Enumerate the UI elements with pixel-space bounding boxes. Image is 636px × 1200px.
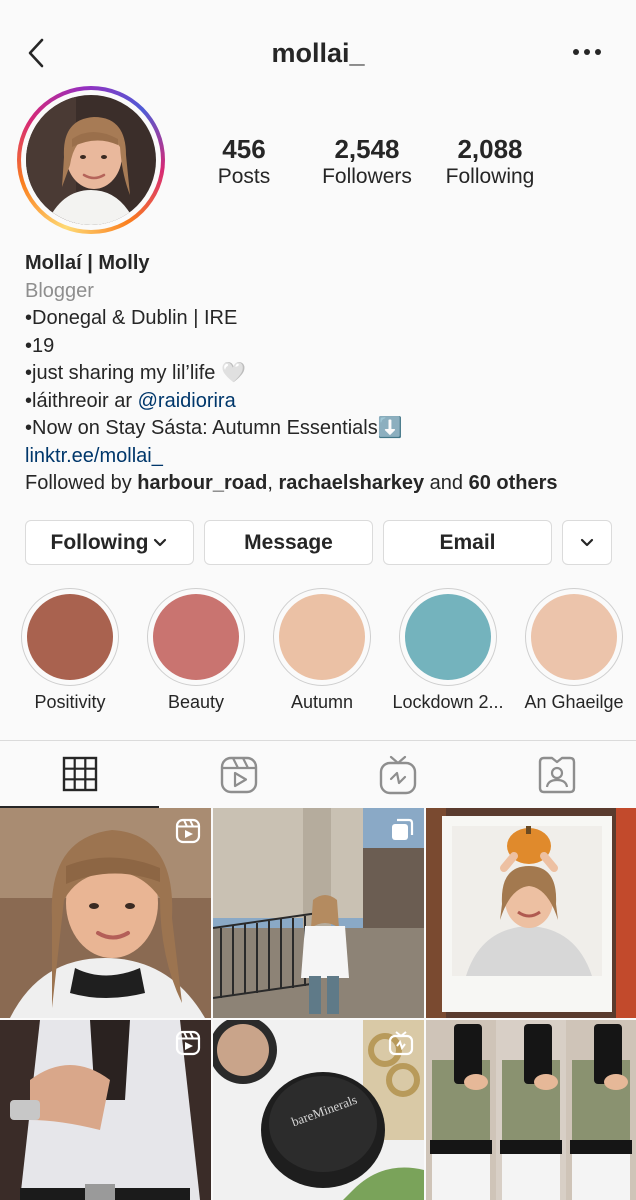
highlight-cover xyxy=(279,594,365,680)
profile-category: Blogger xyxy=(25,279,94,302)
highlight-label: Autumn xyxy=(290,692,354,712)
white-heart-emoji: 🤍 xyxy=(220,362,246,384)
message-button[interactable]: Message xyxy=(204,520,373,565)
following-stat[interactable]: 2,088 Following xyxy=(438,134,542,190)
email-button[interactable]: Email xyxy=(383,520,552,565)
igtv-icon xyxy=(379,755,416,794)
followers-count: 2,548 xyxy=(334,134,400,164)
down-arrow-emoji: ⬇️ xyxy=(377,417,403,439)
website-link[interactable]: linktr.ee/mollai_ xyxy=(25,443,625,471)
posts-label: Posts xyxy=(217,165,271,188)
post-thumbnail[interactable] xyxy=(0,808,211,1018)
post-thumbnail[interactable] xyxy=(213,808,424,1018)
highlight-item[interactable]: An Ghaeilge xyxy=(511,588,636,713)
tab-reels[interactable] xyxy=(159,741,318,808)
profile-actions: Following Message Email xyxy=(25,520,612,565)
carousel-icon xyxy=(392,818,414,840)
tagged-icon xyxy=(538,756,575,793)
chevron-down-icon xyxy=(580,538,594,546)
reels-icon xyxy=(175,1030,201,1056)
profile-bio: Mollaí | Molly Blogger •Donegal & Dublin… xyxy=(25,250,625,498)
highlight-item[interactable]: Autumn xyxy=(259,588,385,713)
mention-link[interactable]: @raidiorira xyxy=(138,390,236,412)
display-name: Mollaí | Molly xyxy=(25,252,150,274)
suggested-accounts-button[interactable] xyxy=(562,520,612,565)
post-thumbnail[interactable] xyxy=(426,808,636,1018)
story-highlights: Positivity Beauty Autumn Lockdown 2... A… xyxy=(0,588,636,718)
profile-header: mollai_ xyxy=(0,0,636,100)
followed-by[interactable]: Followed by harbour_road, rachaelsharkey… xyxy=(25,470,625,498)
highlight-label: Beauty xyxy=(167,692,225,712)
highlight-cover xyxy=(153,594,239,680)
following-count: 2,088 xyxy=(457,134,523,164)
highlight-label: Positivity xyxy=(34,692,106,712)
followers-label: Followers xyxy=(322,165,412,188)
highlight-label: Lockdown 2... xyxy=(392,692,504,712)
post-thumbnail[interactable] xyxy=(426,1020,636,1200)
story-ring[interactable] xyxy=(17,86,165,234)
profile-tabs xyxy=(0,740,636,808)
highlight-cover xyxy=(405,594,491,680)
highlight-label: An Ghaeilge xyxy=(524,692,624,712)
highlight-cover xyxy=(27,594,113,680)
more-horizontal-icon xyxy=(573,49,601,55)
bio-line: •Now on Stay Sásta: Autumn Essentials⬇️ xyxy=(25,417,403,439)
highlight-cover xyxy=(531,594,617,680)
tab-posts-grid[interactable] xyxy=(0,741,159,808)
bio-line: •láithreoir ar @raidiorira xyxy=(25,389,236,412)
posts-count: 456 xyxy=(222,134,266,164)
posts-grid: bareMinerals xyxy=(0,808,636,1200)
highlight-item[interactable]: Positivity xyxy=(7,588,133,713)
grid-icon xyxy=(62,756,97,791)
following-button[interactable]: Following xyxy=(25,520,194,565)
posts-stat[interactable]: 456 Posts xyxy=(200,134,288,190)
bio-line: •19 xyxy=(25,334,55,357)
reels-icon xyxy=(220,756,257,793)
highlight-item[interactable]: Lockdown 2... xyxy=(385,588,511,713)
followers-stat[interactable]: 2,548 Followers xyxy=(312,134,422,190)
bio-line: •Donegal & Dublin | IRE xyxy=(25,307,238,329)
highlight-item[interactable]: Beauty xyxy=(133,588,259,713)
post-thumbnail[interactable]: bareMinerals xyxy=(213,1020,424,1200)
more-options-button[interactable] xyxy=(572,44,602,60)
post-thumbnail[interactable] xyxy=(0,1020,211,1200)
profile-username: mollai_ xyxy=(271,38,365,68)
following-label: Following xyxy=(445,165,535,188)
igtv-icon xyxy=(388,1031,414,1056)
tab-tagged[interactable] xyxy=(477,741,636,808)
chevron-down-icon xyxy=(154,538,167,546)
tab-igtv[interactable] xyxy=(318,741,477,808)
bio-line: •just sharing my lil’life 🤍 xyxy=(25,362,246,384)
avatar xyxy=(26,95,156,225)
reels-icon xyxy=(175,818,201,844)
